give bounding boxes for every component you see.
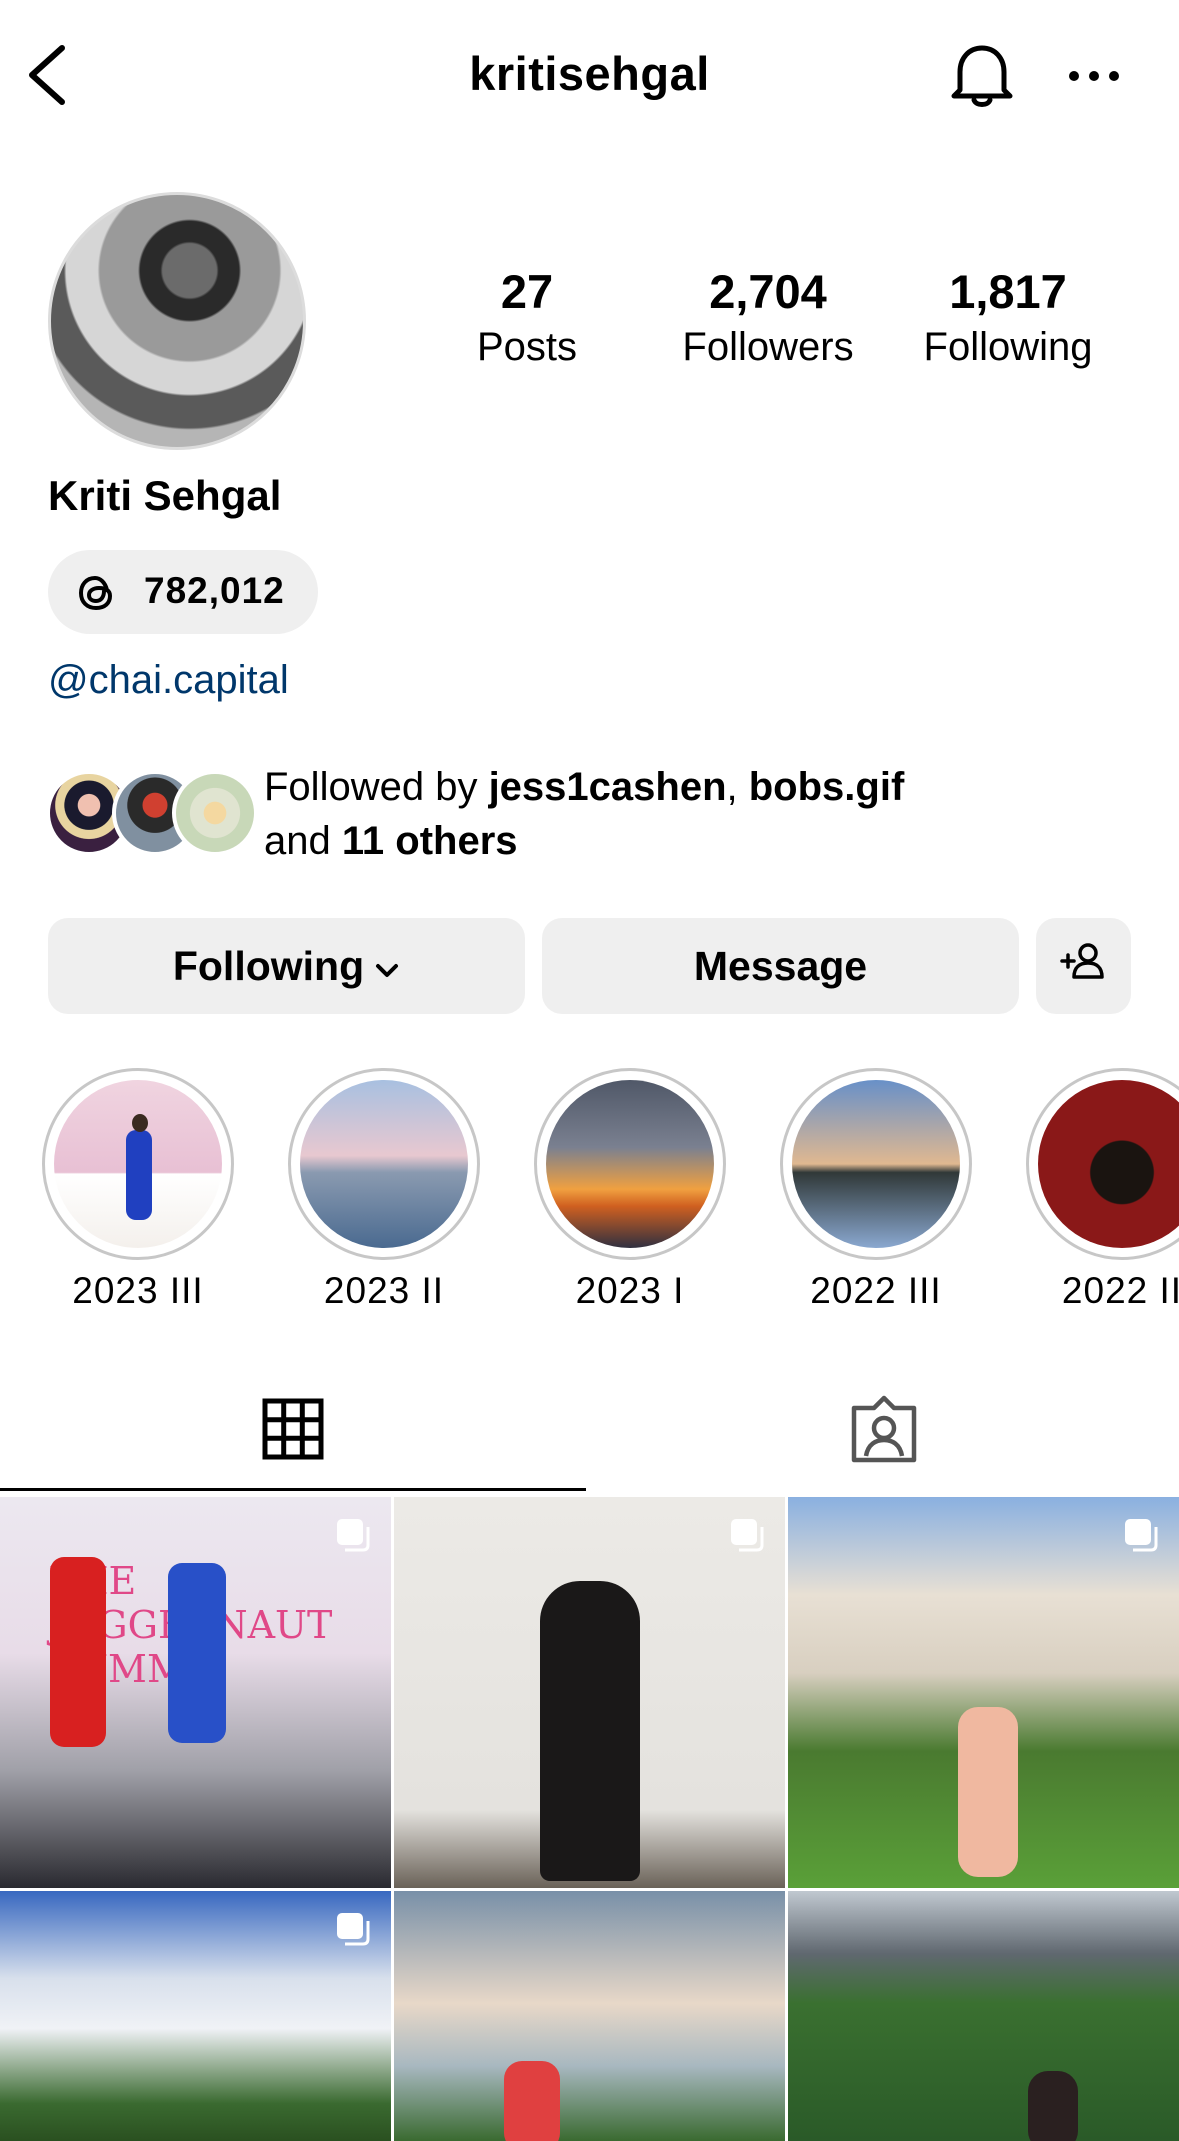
mutual-others[interactable]: 11 others [342,819,518,863]
message-button-label: Message [693,942,868,989]
profile-name: Kriti Sehgal [48,472,282,519]
highlight-label: 2023 III [72,1270,204,1311]
followers-value: 2,704 [709,265,827,318]
highlight-2023-iii[interactable] [42,1068,234,1260]
posts-count[interactable]: 27 Posts [440,262,614,372]
posts-label: Posts [476,325,578,369]
following-button-label: Following [172,942,365,989]
top-navigation-bar: kritisehgal [0,0,1179,150]
multiple-photos-icon [1123,1517,1159,1553]
followed-by-and: and [264,819,342,863]
suggest-people-button[interactable] [1036,918,1131,1014]
more-options-icon[interactable] [1066,56,1122,96]
following-count[interactable]: 1,817 Following [902,262,1114,372]
post-thumbnail[interactable] [394,1891,785,2141]
highlight-label: 2023 II [323,1270,445,1311]
threads-badge[interactable]: 782,012 [48,550,318,634]
threads-count: 782,012 [144,570,285,611]
highlight-label: 2022 II [1061,1270,1179,1311]
mutual-follower-avatar[interactable] [172,770,258,856]
multiple-photos-icon [729,1517,765,1553]
highlight-label: 2022 III [810,1270,942,1311]
bio-link[interactable]: @chai.capital [48,658,289,703]
post-thumbnail[interactable] [788,1497,1179,1888]
bell-icon[interactable] [946,38,1018,110]
following-button[interactable]: Following [48,918,525,1014]
highlight-2022-ii[interactable] [1026,1068,1179,1260]
post-thumbnail[interactable] [0,1891,391,2141]
followers-count[interactable]: 2,704 Followers [664,262,872,372]
message-button[interactable]: Message [542,918,1019,1014]
highlight-2022-iii[interactable] [780,1068,972,1260]
selected-tab-indicator [0,1488,586,1491]
posts-value: 27 [500,265,554,318]
profile-avatar[interactable] [48,192,306,450]
mutual-username[interactable]: bobs.gif [749,765,905,809]
highlight-2023-ii[interactable] [288,1068,480,1260]
multiple-photos-icon [335,1911,371,1947]
chevron-down-icon [374,943,400,990]
separator: , [726,765,749,809]
post-thumbnail[interactable] [788,1891,1179,2141]
highlight-label: 2023 I [575,1270,685,1311]
multiple-photos-icon [335,1517,371,1553]
following-label: Following [923,325,1093,369]
post-thumbnail[interactable] [394,1497,785,1888]
tagged-icon[interactable] [850,1394,918,1464]
highlight-2023-i[interactable] [534,1068,726,1260]
following-value: 1,817 [949,265,1067,318]
followed-by-prefix: Followed by [264,765,489,809]
threads-icon [74,570,120,616]
grid-icon[interactable] [262,1398,324,1460]
post-thumbnail[interactable]: THE JUGGERNAUT SUMMIT [0,1497,391,1888]
followed-by-text[interactable]: Followed by jess1cashen, bobs.gif and 11… [264,760,1144,868]
add-person-icon [1059,941,1108,991]
followers-label: Followers [682,325,854,369]
mutual-username[interactable]: jess1cashen [489,765,727,809]
